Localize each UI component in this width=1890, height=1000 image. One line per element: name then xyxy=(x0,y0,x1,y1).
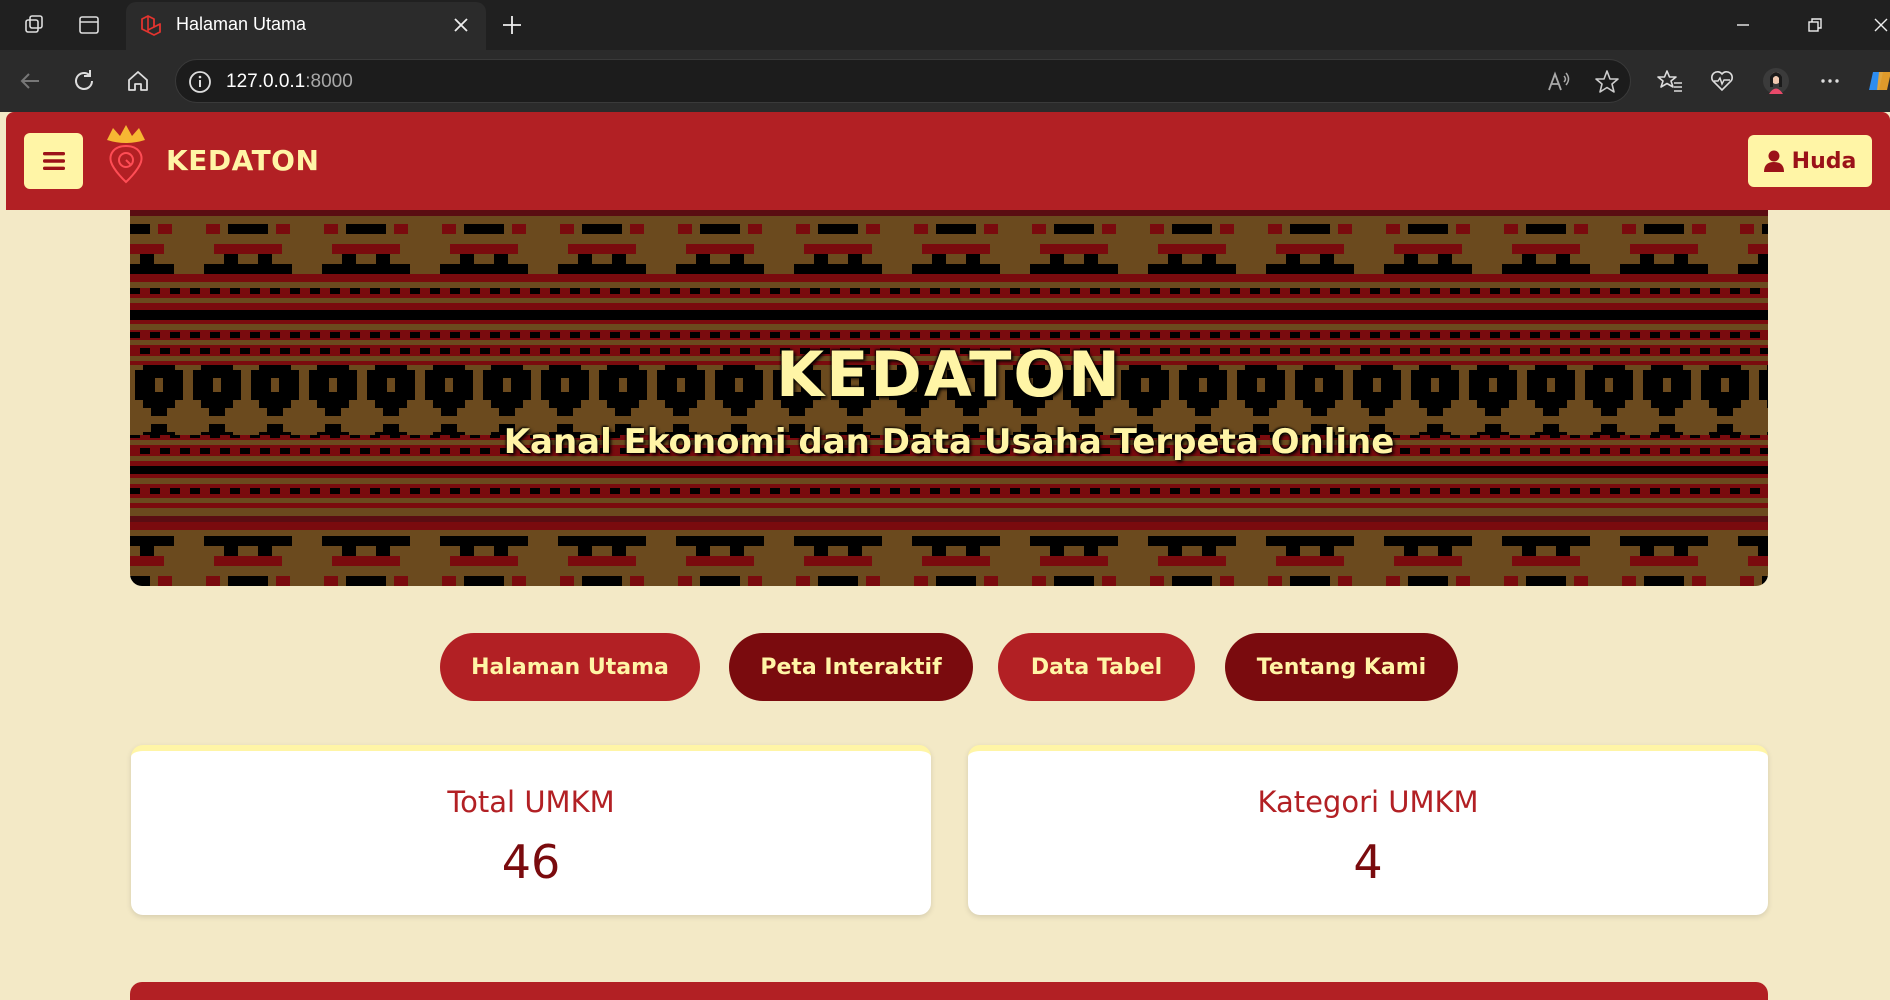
browser-essentials-icon[interactable] xyxy=(1708,67,1736,95)
url-text: 127.0.0.1:8000 xyxy=(226,71,353,93)
close-tab-icon[interactable] xyxy=(448,12,474,38)
stat-value: 4 xyxy=(1353,835,1383,889)
tab-title: Halaman Utama xyxy=(176,14,307,34)
active-tab[interactable]: Halaman Utama xyxy=(126,2,486,50)
stat-card-total-umkm: Total UMKM 46 xyxy=(131,745,931,915)
back-icon[interactable] xyxy=(16,67,44,95)
address-bar[interactable]: 127.0.0.1:8000 xyxy=(175,59,1631,103)
site-header: KEDATON Huda xyxy=(6,112,1890,210)
menu-toggle-button[interactable] xyxy=(24,133,83,189)
kedaton-logo-icon xyxy=(101,124,151,186)
minimize-icon[interactable] xyxy=(1730,12,1756,38)
favorite-star-icon[interactable] xyxy=(1594,69,1620,95)
user-name: Huda xyxy=(1791,148,1857,174)
tab-actions-icon[interactable] xyxy=(76,12,102,38)
stat-card-kategori-umkm: Kategori UMKM 4 xyxy=(968,745,1768,915)
browser-tab-bar: Halaman Utama xyxy=(0,0,1890,50)
workspaces-icon[interactable] xyxy=(22,12,48,38)
nav-tentang-kami[interactable]: Tentang Kami xyxy=(1225,633,1458,701)
url-host: 127.0.0.1 xyxy=(226,71,306,92)
favorites-icon[interactable] xyxy=(1656,67,1684,95)
stat-label: Kategori UMKM xyxy=(1257,785,1479,819)
restore-icon[interactable] xyxy=(1802,12,1828,38)
laravel-favicon-icon xyxy=(138,13,164,39)
close-window-icon[interactable] xyxy=(1868,12,1890,38)
brand-name[interactable]: KEDATON xyxy=(166,144,319,177)
nav-peta-interaktif[interactable]: Peta Interaktif xyxy=(729,633,973,701)
stat-value: 46 xyxy=(501,835,561,889)
more-options-icon[interactable] xyxy=(1816,67,1844,95)
section-header-bar xyxy=(130,982,1768,1000)
url-port: :8000 xyxy=(305,71,353,92)
nav-halaman-utama[interactable]: Halaman Utama xyxy=(440,633,700,701)
site-info-icon[interactable] xyxy=(187,69,213,95)
site-page: KEDATON Huda KEDATON Kanal Ekonomi dan D… xyxy=(6,112,1890,1000)
nav-data-tabel[interactable]: Data Tabel xyxy=(998,633,1195,701)
read-aloud-icon[interactable] xyxy=(1546,69,1572,95)
new-tab-icon[interactable] xyxy=(498,11,526,39)
user-menu-button[interactable]: Huda xyxy=(1748,135,1872,187)
browser-toolbar: 127.0.0.1:8000 xyxy=(0,50,1890,112)
refresh-icon[interactable] xyxy=(70,67,98,95)
hamburger-icon xyxy=(42,152,65,170)
user-icon xyxy=(1763,150,1784,172)
profile-avatar-icon[interactable] xyxy=(1762,67,1790,95)
hero-banner: KEDATON Kanal Ekonomi dan Data Usaha Ter… xyxy=(130,210,1768,586)
copilot-icon[interactable] xyxy=(1866,67,1890,95)
home-icon[interactable] xyxy=(124,67,152,95)
stat-label: Total UMKM xyxy=(447,785,615,819)
hero-title: KEDATON xyxy=(776,338,1122,411)
hero-subtitle: Kanal Ekonomi dan Data Usaha Terpeta Onl… xyxy=(503,422,1395,462)
